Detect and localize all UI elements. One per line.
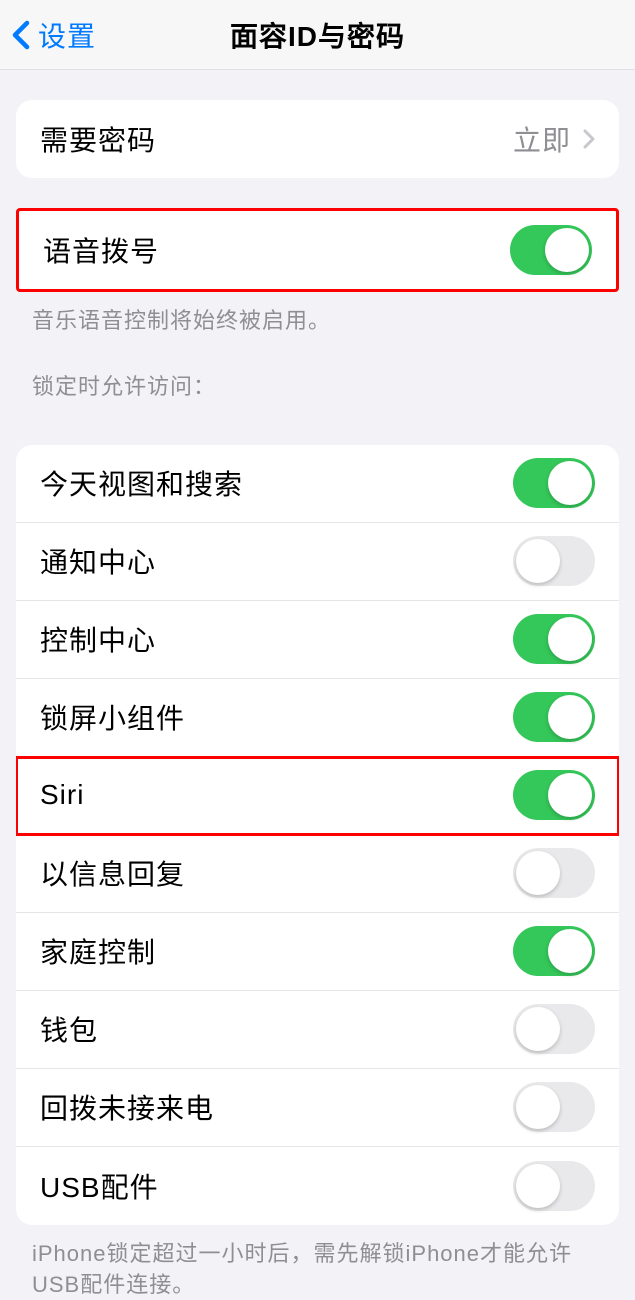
lock-access-toggle[interactable] [513, 614, 595, 664]
chevron-right-icon [583, 129, 595, 149]
toggle-knob [548, 773, 592, 817]
toggle-knob [548, 617, 592, 661]
content: 需要密码 立即 语音拨号 音乐语音控制将始终被启用。 锁定时允许访问： 今天视图… [0, 100, 635, 1300]
lock-access-row: 控制中心 [16, 601, 619, 679]
lock-access-label: 回拨未接来电 [40, 1087, 214, 1127]
lock-access-toggle[interactable] [513, 536, 595, 586]
lock-access-toggle[interactable] [513, 458, 595, 508]
lock-access-row: 家庭控制 [16, 913, 619, 991]
lock-access-row: 锁屏小组件 [16, 679, 619, 757]
lock-access-row: 回拨未接来电 [16, 1069, 619, 1147]
lock-access-label: 通知中心 [40, 541, 156, 581]
toggle-knob [516, 1085, 560, 1129]
lock-access-row: USB配件 [16, 1147, 619, 1225]
voice-dial-label: 语音拨号 [43, 230, 159, 270]
nav-back-label: 设置 [38, 15, 96, 55]
lock-access-toggle[interactable] [513, 1082, 595, 1132]
toggle-knob [516, 1007, 560, 1051]
nav-title: 面容ID与密码 [230, 15, 405, 55]
lock-access-toggle[interactable] [513, 1161, 595, 1211]
lock-access-row: 钱包 [16, 991, 619, 1069]
lock-access-toggle[interactable] [513, 926, 595, 976]
voice-dial-row: 语音拨号 [19, 211, 616, 289]
lock-access-label: 钱包 [40, 1009, 98, 1049]
lock-access-label: Siri [40, 779, 84, 811]
lock-access-row: Siri [16, 757, 619, 835]
toggle-knob [548, 461, 592, 505]
nav-bar: 设置 面容ID与密码 [0, 0, 635, 70]
lock-access-row: 通知中心 [16, 523, 619, 601]
lock-access-label: 控制中心 [40, 619, 156, 659]
toggle-knob [516, 539, 560, 583]
lock-access-toggle[interactable] [513, 770, 595, 820]
require-passcode-group: 需要密码 立即 [16, 100, 619, 178]
toggle-knob [516, 851, 560, 895]
lock-access-group: 今天视图和搜索通知中心控制中心锁屏小组件 Siri 以信息回复家庭控制钱包回拨未接来… [16, 445, 619, 1225]
lock-access-label: 以信息回复 [40, 853, 185, 893]
toggle-knob [548, 929, 592, 973]
lock-access-label: 家庭控制 [40, 931, 156, 971]
toggle-knob [516, 1164, 560, 1208]
voice-dial-group: 语音拨号 [16, 208, 619, 292]
usb-footer: iPhone锁定超过一小时后，需先解锁iPhone才能允许USB配件连接。 [0, 1225, 635, 1300]
toggle-knob [548, 695, 592, 739]
chevron-left-icon [12, 20, 30, 50]
require-passcode-label: 需要密码 [40, 119, 156, 159]
require-passcode-value: 立即 [513, 119, 595, 159]
lock-access-toggle[interactable] [513, 1004, 595, 1054]
voice-dial-footer: 音乐语音控制将始终被启用。 [0, 292, 635, 337]
lock-access-label: 锁屏小组件 [40, 697, 185, 737]
toggle-knob [545, 228, 589, 272]
lock-access-row: 今天视图和搜索 [16, 445, 619, 523]
lock-access-toggle[interactable] [513, 692, 595, 742]
lock-access-toggle[interactable] [513, 848, 595, 898]
nav-back-button[interactable]: 设置 [0, 15, 96, 55]
lock-access-header: 锁定时允许访问： [0, 337, 635, 415]
lock-access-label: 今天视图和搜索 [40, 463, 243, 503]
voice-dial-toggle[interactable] [510, 225, 592, 275]
lock-access-label: USB配件 [40, 1166, 159, 1206]
require-passcode-row[interactable]: 需要密码 立即 [16, 100, 619, 178]
lock-access-row: 以信息回复 [16, 835, 619, 913]
require-passcode-value-text: 立即 [513, 119, 571, 159]
